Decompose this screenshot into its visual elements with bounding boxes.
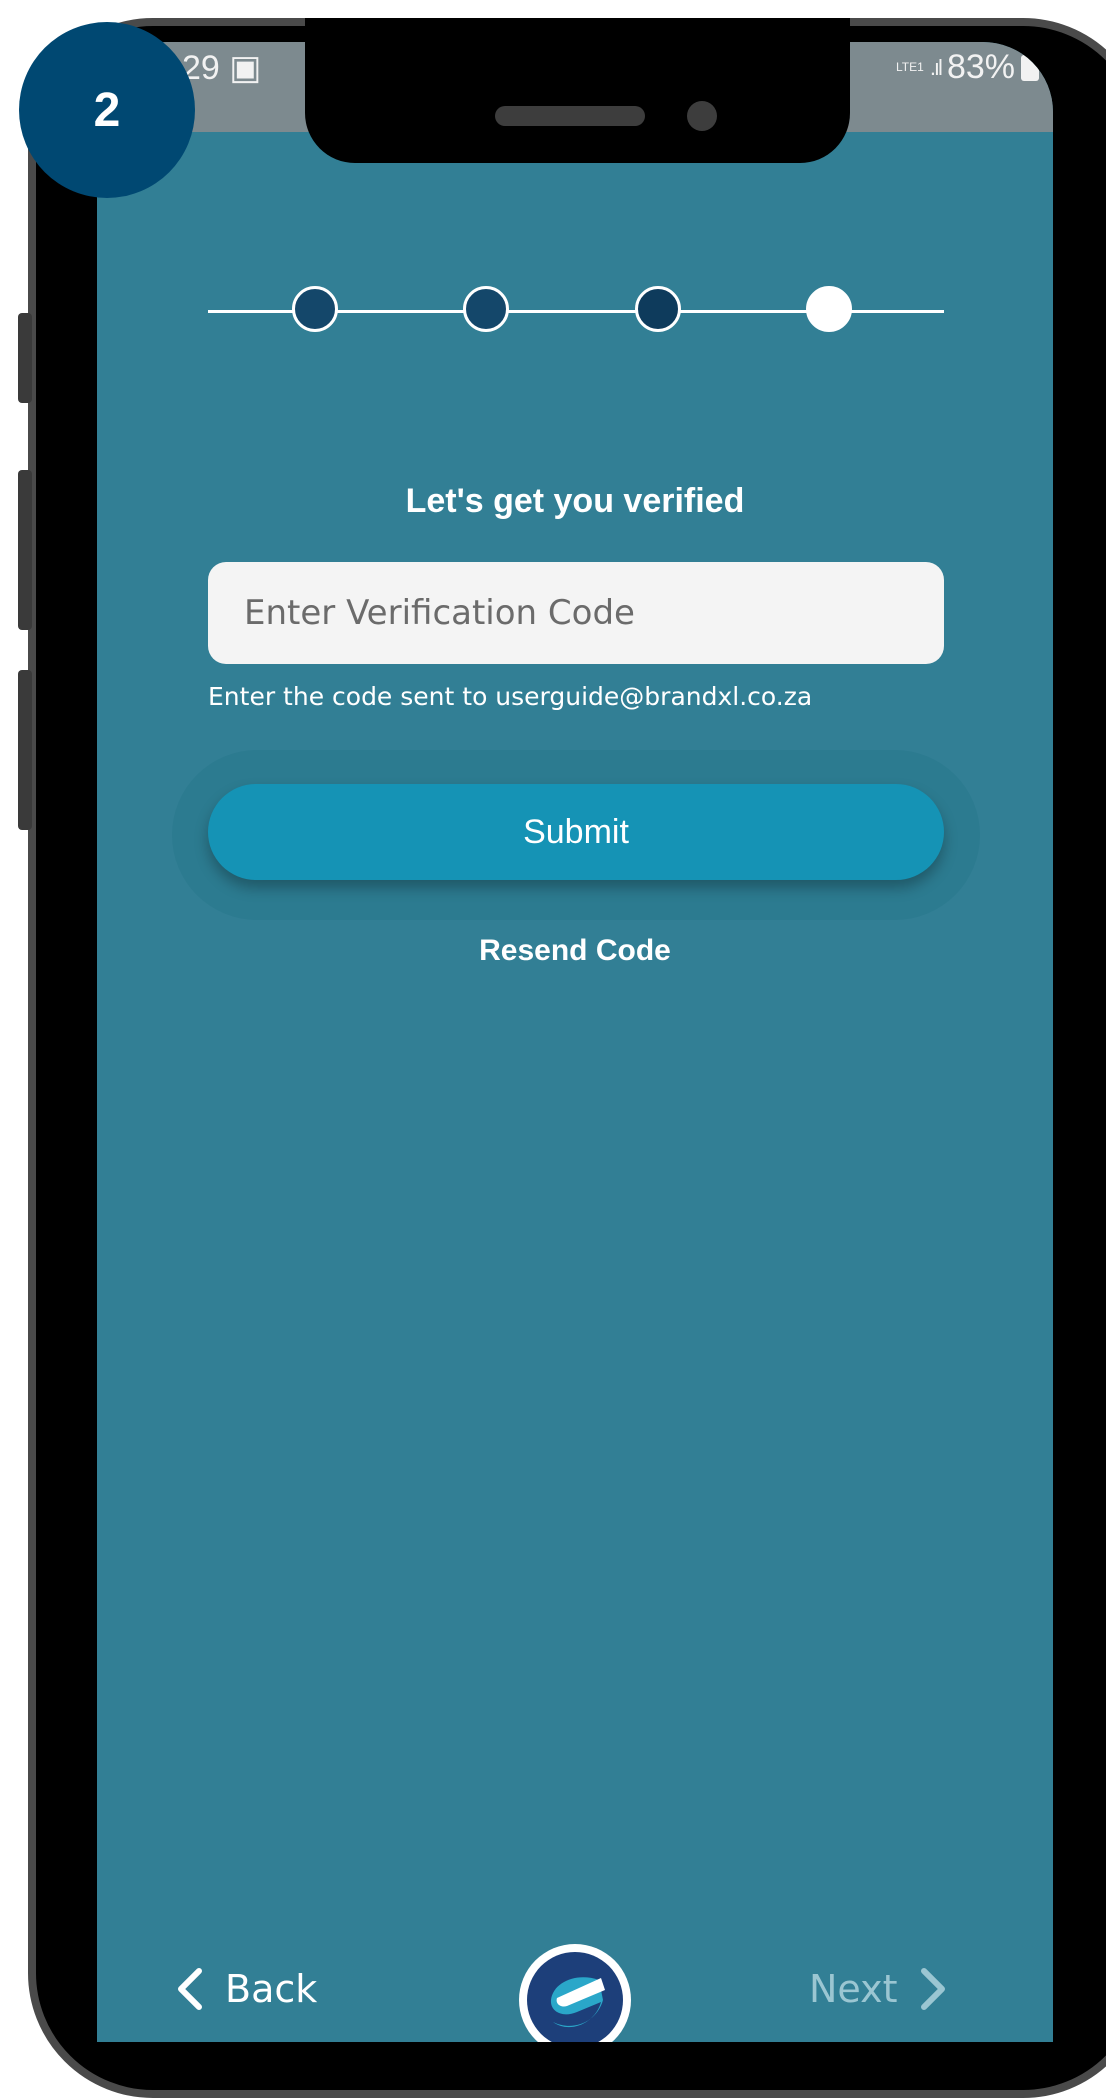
app-screen: 29 ▣ LTE1 .ıl 83% Let's get you verified…	[97, 42, 1053, 2042]
footer-nav: Back Next	[97, 1942, 1053, 2042]
step-dot-4	[806, 286, 852, 332]
chevron-left-icon	[178, 1968, 202, 2010]
network-indicator: LTE1	[896, 60, 924, 74]
step-dot-2	[463, 286, 509, 332]
verification-hint: Enter the code sent to userguide@brandxl…	[208, 682, 813, 711]
gallery-icon: ▣	[229, 49, 262, 87]
phone-side-button	[18, 670, 32, 830]
phone-side-button	[18, 470, 32, 630]
verification-code-input[interactable]	[208, 562, 944, 664]
status-left: 29 ▣	[182, 48, 261, 88]
next-button[interactable]: Next	[809, 1967, 946, 2011]
phone-side-button	[18, 313, 32, 403]
back-label: Back	[225, 1967, 318, 2011]
progress-stepper	[208, 276, 944, 346]
page-title: Let's get you verified	[405, 482, 745, 520]
submit-button[interactable]: Submit	[208, 784, 944, 880]
step-dot-3	[635, 286, 681, 332]
resend-code-link[interactable]: Resend Code	[97, 934, 1053, 968]
next-label: Next	[809, 1967, 898, 2011]
battery-icon	[1021, 54, 1039, 81]
signal-icon: .ıl	[929, 54, 943, 80]
camera-icon	[687, 101, 717, 131]
battery-level: 83%	[946, 48, 1015, 86]
back-button[interactable]: Back	[177, 1967, 317, 2011]
step-dot-1	[292, 286, 338, 332]
app-logo-icon	[519, 1944, 631, 2042]
step-number-badge: 2	[19, 22, 195, 198]
speaker-grille	[495, 106, 645, 126]
phone-notch	[305, 18, 850, 163]
status-right: LTE1 .ıl 83%	[896, 48, 1039, 87]
chevron-right-icon	[920, 1968, 945, 2010]
